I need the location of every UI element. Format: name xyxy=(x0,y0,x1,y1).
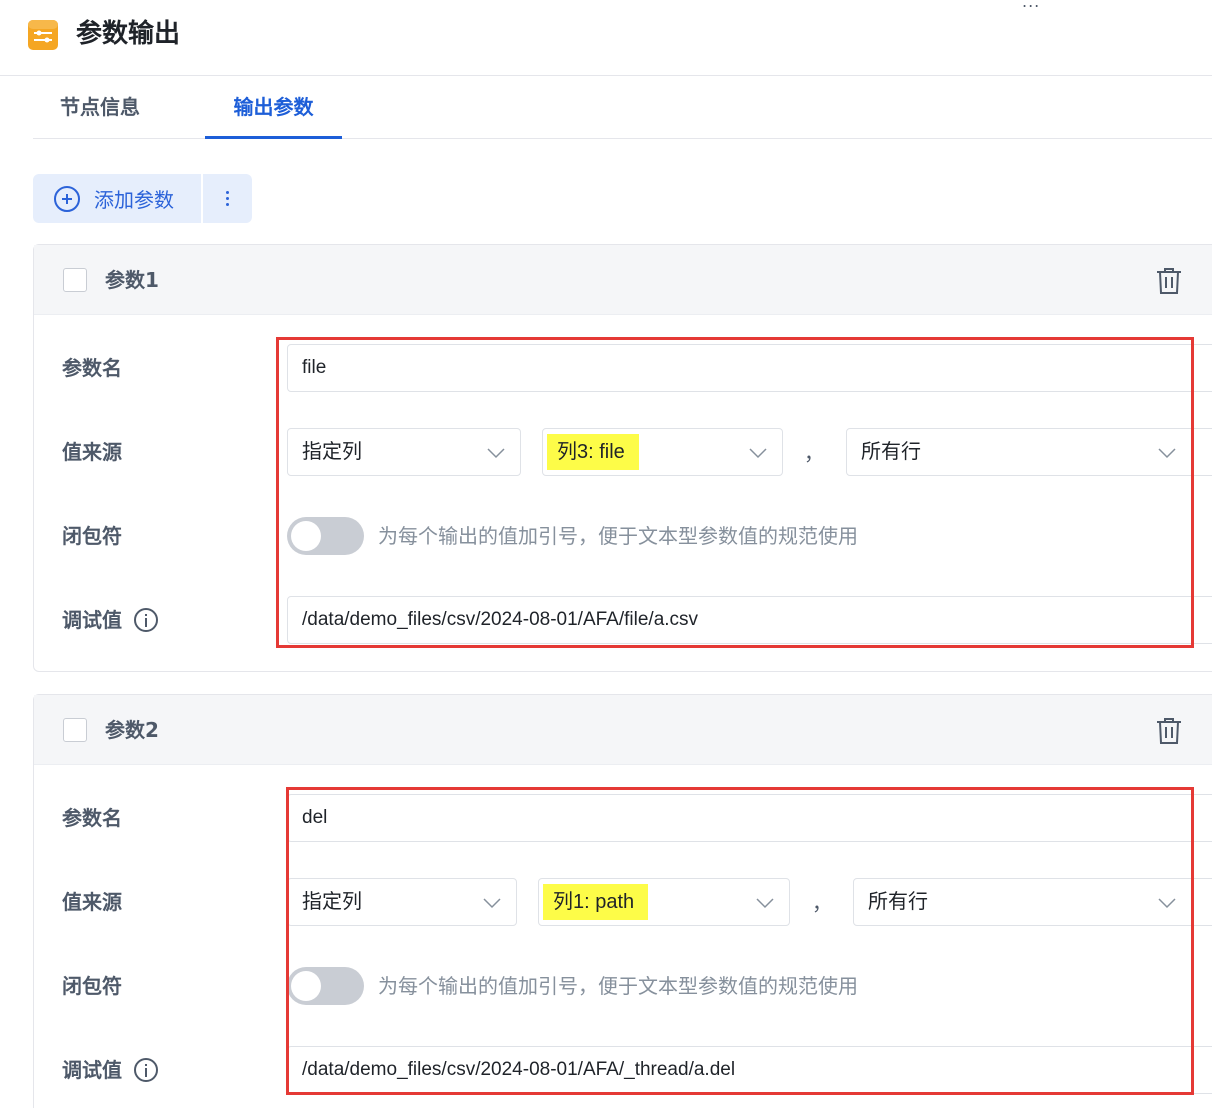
separator: ， xyxy=(804,441,824,465)
quote-toggle[interactable] xyxy=(287,967,364,1005)
add-param-label: 添加参数 xyxy=(94,188,174,212)
column-select[interactable]: 列1: path xyxy=(538,878,790,926)
column-value: 列3: file xyxy=(547,434,639,470)
param-name-input[interactable]: file xyxy=(287,344,1212,392)
tab-output-params[interactable]: 输出参数 xyxy=(205,77,342,139)
tab-bar: 节点信息 输出参数 xyxy=(33,77,1212,139)
param-checkbox[interactable] xyxy=(63,268,87,292)
quote-toggle[interactable] xyxy=(287,517,364,555)
source-type-value: 指定列 xyxy=(302,441,362,463)
value-source-label: 值来源 xyxy=(62,440,122,464)
param-card-2: 参数2 参数名 del 值来源 指定列 列1: path ， 所有行 闭包符 为… xyxy=(33,694,1212,1108)
param-card-1: 参数1 参数名 file 值来源 指定列 列3: file ， 所有行 闭包符 … xyxy=(33,244,1212,672)
param-name-label: 参数名 xyxy=(62,806,122,830)
chevron-down-icon xyxy=(483,898,501,909)
column-select[interactable]: 列3: file xyxy=(542,428,783,476)
value-source-label: 值来源 xyxy=(62,890,122,914)
quote-label: 闭包符 xyxy=(62,524,122,548)
info-icon[interactable] xyxy=(134,1057,158,1082)
debug-value-input[interactable]: /data/demo_files/csv/2024-08-01/AFA/file… xyxy=(287,596,1212,644)
chevron-down-icon xyxy=(1158,448,1176,459)
trash-icon[interactable] xyxy=(1156,717,1182,745)
page-title: 参数输出 xyxy=(76,19,181,49)
source-type-select[interactable]: 指定列 xyxy=(287,428,521,476)
rows-select[interactable]: 所有行 xyxy=(846,428,1212,476)
quote-label: 闭包符 xyxy=(62,974,122,998)
rows-select[interactable]: 所有行 xyxy=(853,878,1212,926)
tab-node-info[interactable]: 节点信息 xyxy=(60,77,140,139)
param-checkbox[interactable] xyxy=(63,718,87,742)
quote-hint: 为每个输出的值加引号，便于文本型参数值的规范使用 xyxy=(378,524,858,548)
debug-value-label: 调试值 xyxy=(62,1055,158,1085)
info-icon[interactable] xyxy=(134,607,158,632)
source-type-value: 指定列 xyxy=(302,891,362,913)
param-title: 参数1 xyxy=(105,268,159,292)
chevron-down-icon xyxy=(756,898,774,909)
column-value: 列1: path xyxy=(543,884,649,920)
more-menu-button[interactable]: ... xyxy=(1022,0,1040,11)
param-card-header: 参数2 xyxy=(34,695,1212,765)
quote-hint: 为每个输出的值加引号，便于文本型参数值的规范使用 xyxy=(378,974,858,998)
chevron-down-icon xyxy=(1158,898,1176,909)
chevron-down-icon xyxy=(749,448,767,459)
plus-circle-icon xyxy=(54,185,80,212)
separator: ， xyxy=(812,891,832,915)
rows-value: 所有行 xyxy=(861,441,921,463)
chevron-down-icon xyxy=(487,448,505,459)
source-type-select[interactable]: 指定列 xyxy=(287,878,517,926)
debug-value-input[interactable]: /data/demo_files/csv/2024-08-01/AFA/_thr… xyxy=(287,1046,1212,1094)
more-vertical-button[interactable] xyxy=(203,174,252,223)
page-header: 参数输出 ... xyxy=(0,0,1212,76)
param-title: 参数2 xyxy=(105,718,159,742)
param-name-input[interactable]: del xyxy=(287,794,1212,842)
trash-icon[interactable] xyxy=(1156,267,1182,295)
debug-value-label: 调试值 xyxy=(62,605,158,635)
add-param-group: 添加参数 xyxy=(33,174,252,223)
param-name-label: 参数名 xyxy=(62,356,122,380)
param-card-header: 参数1 xyxy=(34,245,1212,315)
sliders-icon xyxy=(28,20,58,50)
add-param-button[interactable]: 添加参数 xyxy=(33,174,201,223)
rows-value: 所有行 xyxy=(868,891,928,913)
